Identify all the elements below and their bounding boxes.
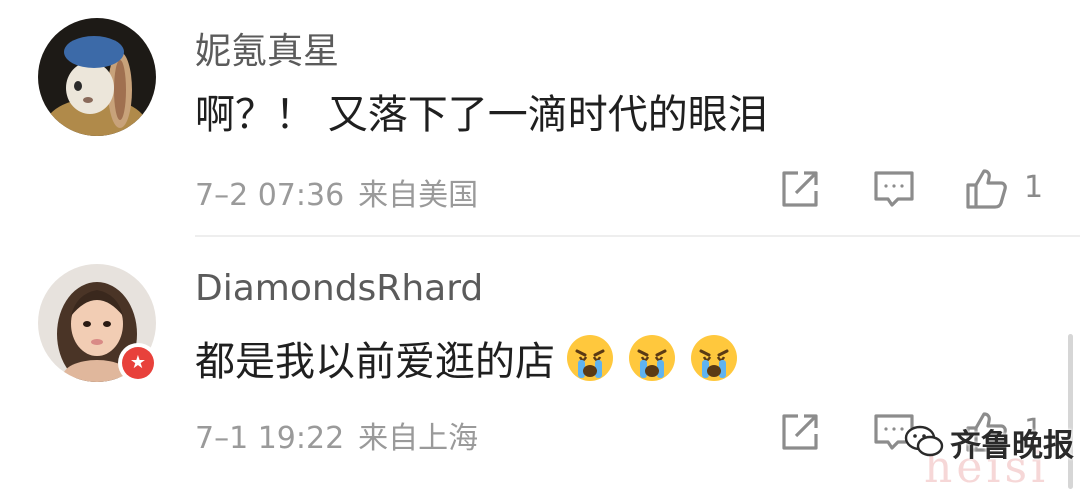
crying-face-emoji <box>691 335 737 381</box>
avatar[interactable] <box>38 18 156 136</box>
username[interactable]: DiamondsRhard <box>195 268 483 309</box>
share-icon[interactable] <box>778 167 822 211</box>
comment-location: 来自上海 <box>358 421 479 456</box>
scrollbar[interactable] <box>1068 334 1073 489</box>
reply-icon[interactable] <box>872 167 916 211</box>
username[interactable]: 妮氪真星 <box>195 22 339 74</box>
comment-meta: 7–2 07:36 来自美国 <box>195 170 478 214</box>
verified-star-icon: ★ <box>118 343 158 383</box>
comment-text-content: 都是我以前爱逛的店 <box>195 339 555 385</box>
crying-face-emoji <box>567 335 613 381</box>
like-count: 1 <box>1024 170 1044 205</box>
comment-text: 啊？！ 又落下了一滴时代的眼泪 <box>195 92 768 138</box>
comment-date: 7–1 19:22 <box>195 421 345 456</box>
thumbs-up-icon[interactable] <box>964 167 1008 211</box>
crying-face-emoji <box>629 335 675 381</box>
share-icon[interactable] <box>778 410 822 454</box>
watermark: 齐鲁晚报 <box>904 419 1074 465</box>
comment-location: 来自美国 <box>358 178 479 213</box>
wechat-icon <box>904 425 944 457</box>
comment-text: 都是我以前爱逛的店 <box>195 329 739 387</box>
comment-date: 7–2 07:36 <box>195 178 345 213</box>
watermark-brand: 齐鲁晚报 <box>950 427 1074 464</box>
comment-item: 妮氪真星 啊？！ 又落下了一滴时代的眼泪 7–2 07:36 来自美国 1 <box>0 0 1080 236</box>
comment-meta: 7–1 19:22 来自上海 <box>195 413 478 457</box>
